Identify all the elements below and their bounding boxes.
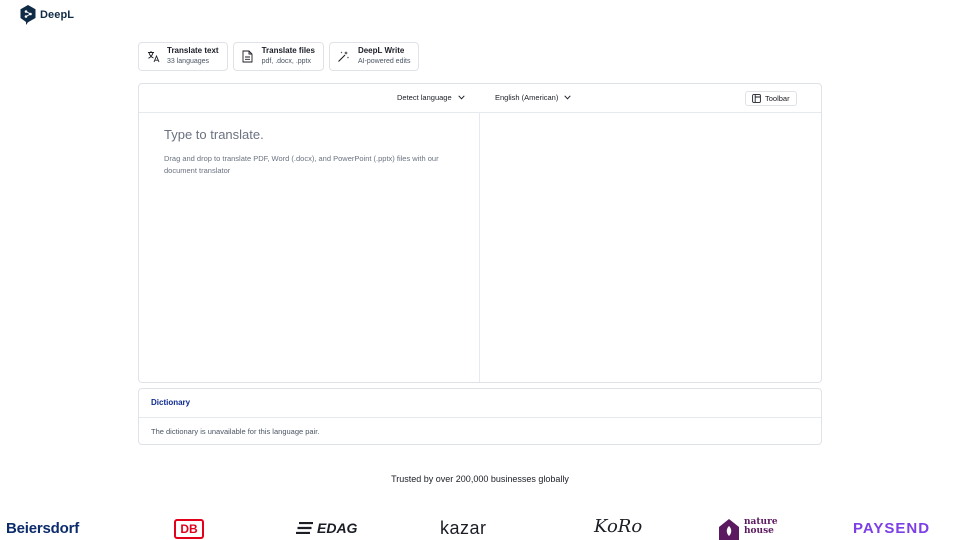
kazar-logo: kazar [440,518,487,538]
target-language-label: English (American) [495,93,559,102]
client-logo-strip: Beiersdorf DB EDAG kazar KoRo nature hou… [0,514,960,540]
translator-panel: Detect language English (American) Toolb… [138,83,822,383]
house-icon [719,519,739,540]
mode-deepl-write[interactable]: DeepL Write AI-powered edits [328,42,420,71]
source-placeholder: Type to translate. [164,127,264,142]
mode-title: DeepL Write [357,46,405,55]
target-language-select[interactable]: English (American) [495,93,572,102]
koro-logo: KoRo [594,516,643,537]
magic-wand-icon [337,50,351,64]
chevron-down-icon [457,95,465,100]
header: DeepL [0,0,960,32]
mode-subtitle: pdf, .docx, .pptx [261,58,311,65]
beiersdorf-logo: Beiersdorf [6,520,80,537]
brand-name: DeepL [40,9,75,21]
dictionary-message: The dictionary is unavailable for this l… [151,427,320,436]
mode-subtitle: 33 languages [167,58,210,65]
dictionary-panel: Dictionary The dictionary is unavailable… [138,388,822,445]
deepl-logo[interactable]: DeepL [20,5,74,25]
chevron-down-icon [564,95,572,100]
drop-hint: Drag and drop to translate PDF, Word (.d… [164,154,439,175]
file-icon [241,50,255,64]
toolbar-button[interactable]: Toolbar [745,91,797,106]
edag-logo: EDAG [296,520,357,536]
paysend-logo: PAYSEND [853,520,931,537]
deepl-logo-icon [20,5,36,25]
edag-wordmark: EDAG [317,520,358,536]
db-logo: DB [174,519,204,539]
mode-subtitle: AI-powered edits [357,58,411,65]
mode-title: Translate text [167,46,219,55]
edag-mark-icon [296,522,313,534]
mode-title: Translate files [261,46,315,55]
language-bar: Detect language English (American) Toolb… [139,84,821,113]
dictionary-title: Dictionary [139,389,821,418]
source-text-area[interactable]: Type to translate. Drag and drop to tran… [139,113,480,382]
mode-switcher: Translate text 33 languages Translate fi… [138,42,420,71]
trusted-by-text: Trusted by over 200,000 businesses globa… [391,474,569,484]
nature-house-logo: nature house [718,518,778,540]
source-language-select[interactable]: Detect language [397,93,465,102]
toolbar-label: Toolbar [765,94,790,103]
nature-house-line2: house [744,526,774,536]
translate-icon [146,50,160,64]
target-text-area[interactable] [481,113,821,382]
source-language-label: Detect language [397,93,452,102]
toolbar-icon [752,94,761,103]
mode-translate-files[interactable]: Translate files pdf, .docx, .pptx [232,42,324,71]
mode-translate-text[interactable]: Translate text 33 languages [138,42,228,71]
